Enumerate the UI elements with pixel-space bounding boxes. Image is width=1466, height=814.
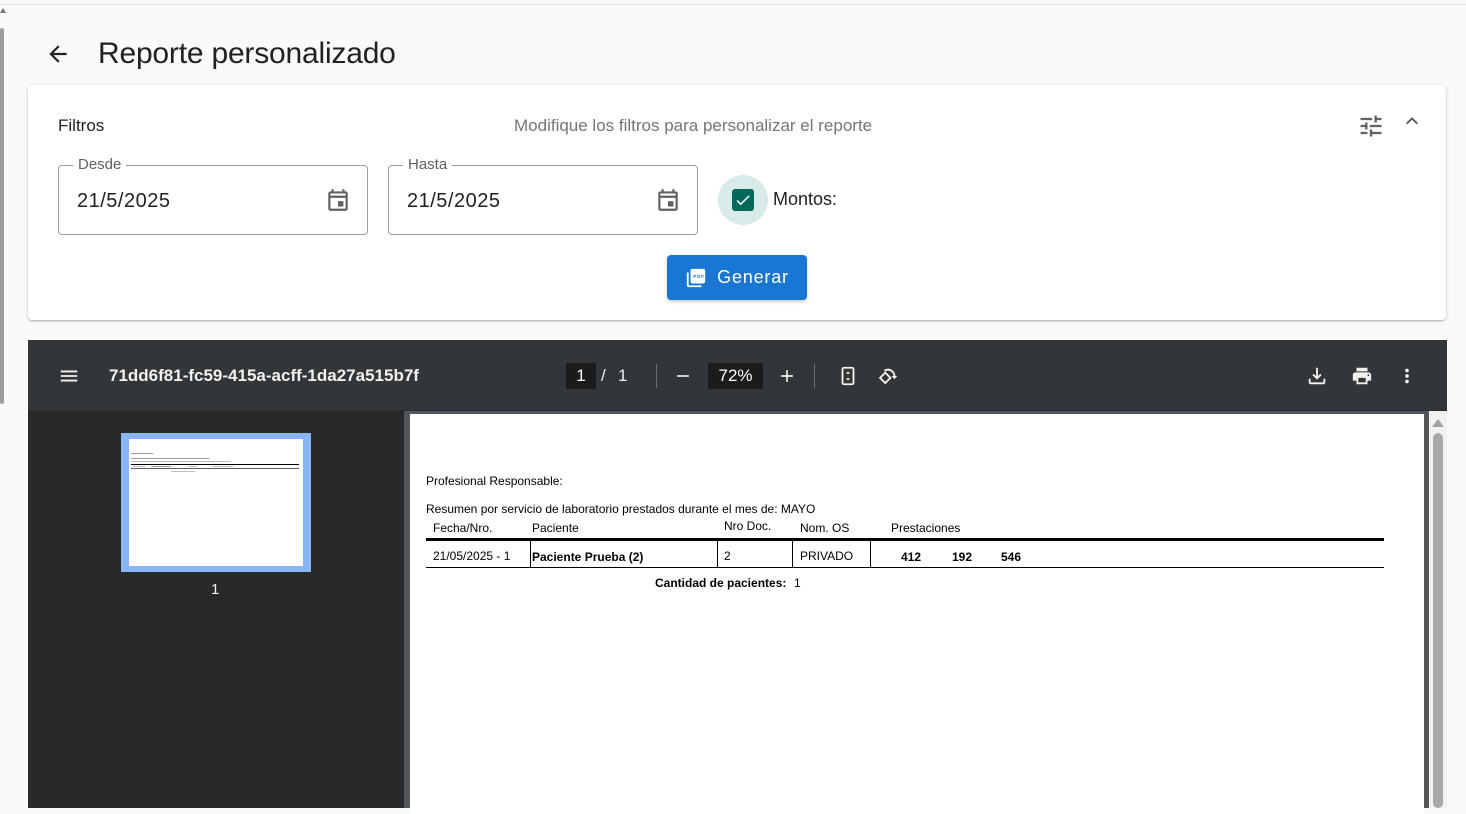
row-prestacion: 546 bbox=[1001, 550, 1022, 564]
pdf-toolbar: 71dd6f81-fc59-415a-acff-1da27a515b7f 1 /… bbox=[28, 340, 1447, 411]
hasta-input[interactable] bbox=[407, 184, 627, 218]
desde-input[interactable] bbox=[77, 184, 297, 218]
row-paciente: Paciente Prueba (2) bbox=[532, 550, 644, 564]
pdf-page: Profesional Responsable: Resumen por ser… bbox=[410, 414, 1424, 814]
scrollbar-thumb[interactable] bbox=[1433, 433, 1443, 808]
page-title: Reporte personalizado bbox=[98, 37, 396, 70]
thumbnail-page bbox=[129, 439, 303, 566]
zoom-out-button[interactable] bbox=[669, 362, 697, 390]
column-header: Paciente bbox=[532, 521, 579, 535]
column-header: Fecha/Nro. bbox=[433, 521, 493, 535]
page-header: Reporte personalizado bbox=[40, 32, 396, 76]
collapse-button[interactable] bbox=[1398, 107, 1426, 135]
calendar-icon bbox=[658, 189, 678, 211]
zoom-in-button[interactable] bbox=[773, 362, 801, 390]
toolbar-divider bbox=[814, 364, 815, 388]
column-header: Nom. OS bbox=[800, 521, 850, 535]
hasta-label: Hasta bbox=[403, 156, 453, 173]
back-button[interactable] bbox=[40, 36, 76, 72]
generar-label: Generar bbox=[717, 267, 789, 287]
download-icon bbox=[1308, 367, 1326, 385]
hasta-field[interactable]: Hasta bbox=[388, 156, 698, 235]
row-doc: 2 bbox=[724, 549, 731, 563]
toolbar-divider bbox=[656, 364, 657, 388]
sidebar-toggle-button[interactable] bbox=[56, 364, 82, 388]
svg-text:PDF: PDF bbox=[693, 274, 704, 279]
column-divider bbox=[870, 541, 871, 568]
rotate-icon bbox=[878, 368, 898, 385]
column-divider bbox=[717, 541, 718, 568]
scroll-up-arrow[interactable] bbox=[1432, 419, 1444, 427]
page-thumbnail[interactable] bbox=[121, 433, 311, 572]
thumbnail-preview bbox=[131, 453, 299, 472]
tune-button[interactable] bbox=[1356, 111, 1386, 141]
chevron-up-icon bbox=[1406, 117, 1418, 125]
left-scroll-up-arrow[interactable] bbox=[0, 8, 6, 13]
more-options-button[interactable] bbox=[1393, 362, 1421, 390]
pdf-scrollbar[interactable] bbox=[1429, 411, 1447, 808]
column-header: Nro Doc. bbox=[724, 519, 772, 533]
filters-card: Filtros Modifique los filtros para perso… bbox=[28, 85, 1446, 320]
arrow-left-icon bbox=[49, 45, 67, 63]
plus-icon bbox=[781, 370, 793, 382]
generar-button[interactable]: PDF Generar bbox=[667, 255, 807, 300]
cantidad-label: Cantidad de pacientes: bbox=[655, 576, 787, 590]
fit-page-button[interactable] bbox=[834, 362, 862, 390]
calendar-icon bbox=[328, 189, 348, 211]
more-vert-icon bbox=[1405, 368, 1409, 384]
montos-checkbox[interactable] bbox=[718, 175, 768, 225]
checkbox-box[interactable] bbox=[732, 189, 754, 211]
page-number-input[interactable]: 1 bbox=[566, 363, 596, 389]
tune-icon bbox=[1360, 115, 1382, 137]
pdf-viewer: 71dd6f81-fc59-415a-acff-1da27a515b7f 1 /… bbox=[28, 340, 1447, 814]
row-fecha: 21/05/2025 - 1 bbox=[433, 549, 511, 563]
thumbnail-label: 1 bbox=[211, 581, 220, 598]
desde-field[interactable]: Desde bbox=[58, 156, 368, 235]
column-divider bbox=[792, 541, 793, 568]
filters-subtitle: Modifique los filtros para personalizar … bbox=[514, 116, 873, 135]
column-divider bbox=[530, 541, 531, 568]
pdf-content-area: Profesional Responsable: Resumen por ser… bbox=[404, 411, 1447, 814]
pdf-filename: 71dd6f81-fc59-415a-acff-1da27a515b7f bbox=[109, 366, 419, 385]
page-scrollbar[interactable] bbox=[0, 28, 4, 404]
desde-calendar-button[interactable] bbox=[325, 187, 351, 213]
resumen-text: Resumen por servicio de laboratorio pres… bbox=[426, 502, 816, 516]
row-prestacion: 192 bbox=[952, 550, 973, 564]
column-header: Prestaciones bbox=[891, 521, 961, 535]
check-icon bbox=[736, 195, 750, 206]
print-icon bbox=[1352, 367, 1372, 385]
download-button[interactable] bbox=[1303, 362, 1331, 390]
thumbnail-sidebar: 1 bbox=[28, 411, 404, 808]
print-button[interactable] bbox=[1348, 362, 1376, 390]
fit-page-icon bbox=[841, 366, 855, 386]
menu-icon bbox=[60, 370, 78, 382]
page-total: 1 bbox=[618, 366, 628, 385]
hasta-calendar-button[interactable] bbox=[655, 187, 681, 213]
page-separator: / bbox=[601, 366, 606, 385]
top-divider bbox=[0, 4, 1466, 5]
row-prestacion: 412 bbox=[901, 550, 922, 564]
rotate-button[interactable] bbox=[874, 362, 902, 390]
minus-icon bbox=[677, 375, 689, 377]
filters-title: Filtros bbox=[58, 116, 105, 135]
table-header-rule bbox=[426, 538, 1384, 541]
zoom-input[interactable]: 72% bbox=[708, 363, 763, 389]
desde-label: Desde bbox=[73, 156, 127, 173]
table-row-rule bbox=[426, 567, 1384, 568]
pdf-icon: PDF bbox=[685, 267, 707, 289]
row-os: PRIVADO bbox=[800, 549, 854, 563]
montos-label: Montos: bbox=[773, 189, 838, 209]
cantidad-value: 1 bbox=[794, 576, 801, 590]
profesional-label: Profesional Responsable: bbox=[426, 474, 563, 488]
